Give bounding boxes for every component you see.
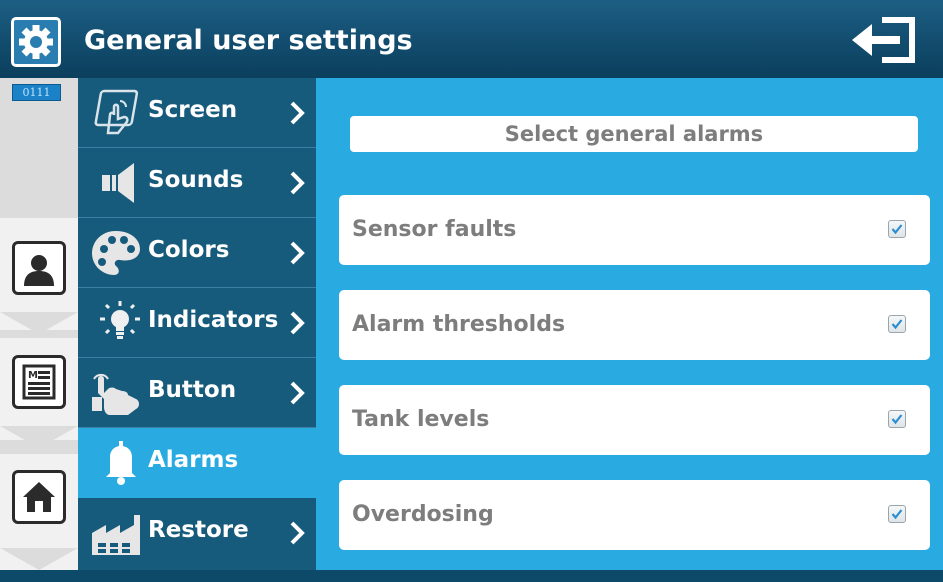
alarm-option-alarm-thresholds[interactable]: Alarm thresholds [339, 290, 930, 360]
device-badge: 0111 [12, 84, 61, 101]
menu-item-label: Colors [148, 237, 230, 263]
title-bar: General user settings [0, 0, 943, 80]
checkmark-icon [891, 509, 903, 520]
menu-item-sounds[interactable]: Sounds [78, 148, 316, 218]
home-button[interactable] [12, 470, 66, 524]
menu-item-colors[interactable]: Colors [78, 218, 316, 288]
menu-item-label: Indicators [148, 307, 279, 333]
page-title: General user settings [84, 25, 413, 56]
chevron-right-icon [290, 311, 305, 335]
factory-icon [92, 515, 140, 555]
document-list-icon: M [22, 364, 56, 400]
alarm-label: Tank levels [352, 407, 490, 432]
menu-item-screen[interactable]: Screen [78, 78, 316, 148]
menu-item-label: Button [148, 377, 237, 403]
user-profile-button[interactable] [12, 241, 66, 295]
gear-icon [19, 25, 53, 59]
exit-icon[interactable] [848, 16, 920, 64]
alarm-option-overdosing[interactable]: Overdosing [339, 480, 930, 550]
settings-menu: Screen Sounds Colors Indicators Button A… [78, 78, 316, 570]
lightbulb-icon [100, 301, 140, 339]
alarm-label: Overdosing [352, 502, 494, 527]
menu-item-label: Sounds [148, 167, 244, 193]
checkbox[interactable] [888, 505, 906, 523]
section-title: Select general alarms [350, 116, 918, 152]
menu-item-label: Restore [148, 517, 249, 543]
checkbox[interactable] [888, 220, 906, 238]
menu-item-indicators[interactable]: Indicators [78, 288, 316, 358]
chevron-right-icon [290, 241, 305, 265]
chevron-right-icon [290, 171, 305, 195]
settings-button[interactable] [11, 17, 61, 67]
checkbox[interactable] [888, 315, 906, 333]
chevron-right-icon [290, 101, 305, 125]
chevron-down-icon [0, 548, 78, 570]
menu-item-alarms[interactable]: Alarms [78, 428, 316, 498]
checkmark-icon [891, 319, 903, 330]
bell-icon [106, 441, 136, 485]
alarm-label: Alarm thresholds [352, 312, 566, 337]
touch-screen-icon [94, 89, 139, 135]
person-icon [21, 250, 57, 286]
checkmark-icon [891, 414, 903, 425]
menu-item-restore[interactable]: Restore [78, 498, 316, 570]
alarm-option-tank-levels[interactable]: Tank levels [339, 385, 930, 455]
checkbox[interactable] [888, 410, 906, 428]
hand-press-icon [92, 373, 139, 415]
menu-item-label: Screen [148, 97, 238, 123]
alarm-option-sensor-faults[interactable]: Sensor faults [339, 195, 930, 265]
svg-text:M: M [28, 370, 38, 381]
speaker-icon [102, 163, 134, 203]
chevron-right-icon [290, 521, 305, 545]
menu-item-button[interactable]: Button [78, 358, 316, 428]
home-icon [23, 482, 55, 512]
recipe-button[interactable]: M [12, 355, 66, 409]
checkmark-icon [891, 224, 903, 235]
alarm-label: Sensor faults [352, 217, 517, 242]
chevron-right-icon [290, 381, 305, 405]
menu-item-label: Alarms [148, 447, 239, 473]
palette-icon [92, 231, 140, 275]
